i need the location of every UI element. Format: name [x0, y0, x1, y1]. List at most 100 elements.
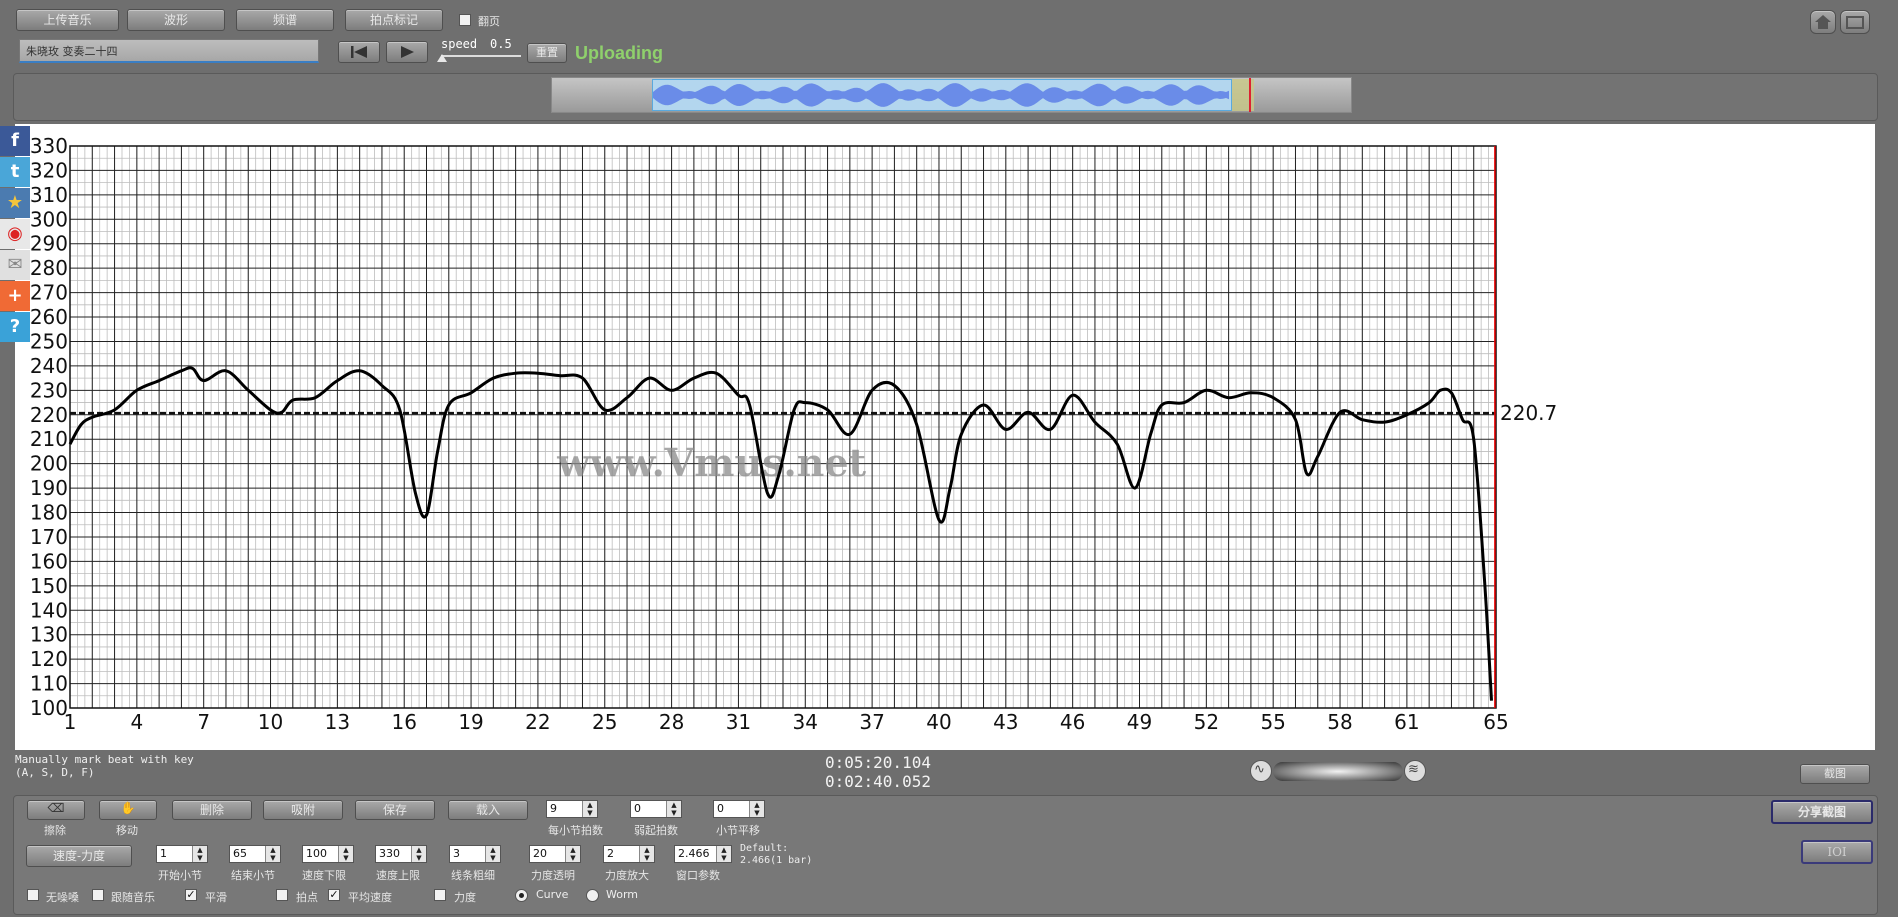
- avg-tempo-checkbox[interactable]: ✓: [328, 889, 340, 901]
- track-name-input[interactable]: 朱晓玫 变奏二十四: [19, 39, 319, 63]
- spinner-arrows-icon[interactable]: ▲ ▼: [411, 846, 426, 862]
- worm-radio[interactable]: [586, 889, 599, 902]
- plus-icon: +: [7, 285, 23, 306]
- end-bar-input[interactable]: 65 ▲ ▼: [229, 845, 281, 863]
- smooth-checkbox[interactable]: ✓: [185, 889, 197, 901]
- follow-music-checkbox[interactable]: [92, 889, 104, 901]
- window-param-input[interactable]: 2.466 ▲ ▼: [674, 845, 732, 863]
- previous-button[interactable]: [338, 41, 380, 63]
- x-tick-label: 25: [592, 710, 617, 734]
- tempo-max-input[interactable]: 330 ▲ ▼: [375, 845, 427, 863]
- x-tick-label: 52: [1194, 710, 1219, 734]
- beat-point-checkbox[interactable]: [276, 889, 288, 901]
- screenshot-button[interactable]: 截图: [1800, 764, 1870, 784]
- upload-music-button[interactable]: 上传音乐: [16, 9, 119, 31]
- fullscreen-button[interactable]: [1840, 10, 1870, 34]
- tempo-chart[interactable]: 3303203103002902802702602502402302202102…: [15, 124, 1875, 750]
- spinner-arrows-icon[interactable]: ▲ ▼: [265, 846, 280, 862]
- time-readout: 0:05:20.104 0:02:40.052: [825, 753, 931, 791]
- eraser-icon: ⌫: [47, 801, 65, 815]
- overview-waveform[interactable]: [551, 77, 1352, 113]
- dyn-scale-input[interactable]: 2 ▲ ▼: [603, 845, 655, 863]
- dyn-scale-label: 力度放大: [605, 869, 649, 882]
- tempo-curve: [68, 366, 1493, 701]
- dyn-scale-value: 2: [607, 847, 614, 860]
- pickup-beats-input[interactable]: 0 ▲ ▼: [630, 800, 682, 818]
- load-button[interactable]: 载入: [448, 800, 528, 820]
- y-tick-label: 220: [30, 403, 68, 427]
- favorite-share[interactable]: ★: [0, 188, 30, 218]
- follow-music-label: 跟随音乐: [111, 891, 155, 904]
- spinner-arrows-icon[interactable]: ▲ ▼: [485, 846, 500, 862]
- erase-tool-button[interactable]: ⌫: [27, 800, 85, 820]
- zoom-out-button[interactable]: ∿: [1250, 760, 1272, 782]
- dynamics-checkbox[interactable]: [434, 889, 446, 901]
- y-tick-label: 200: [30, 452, 68, 476]
- pickup-beats-value: 0: [634, 802, 641, 815]
- spinner-arrows-icon[interactable]: ▲ ▼: [666, 801, 681, 817]
- average-tempo-label: 220.7: [1500, 401, 1557, 425]
- y-tick-label: 260: [30, 305, 68, 329]
- snap-button[interactable]: 吸附: [263, 800, 343, 820]
- email-share[interactable]: ✉: [0, 250, 30, 280]
- beat-mark-button[interactable]: 拍点标记: [345, 9, 443, 31]
- line-width-input[interactable]: 3 ▲ ▼: [449, 845, 501, 863]
- beats-per-bar-input[interactable]: 9 ▲ ▼: [546, 800, 598, 818]
- help-button[interactable]: ?: [0, 312, 30, 342]
- speed-slider-handle[interactable]: [437, 54, 447, 62]
- facebook-share[interactable]: f: [0, 126, 30, 156]
- y-tick-label: 110: [30, 672, 68, 696]
- spinner-arrows-icon[interactable]: ▲ ▼: [716, 846, 731, 862]
- watermark: www.Vmus.net: [556, 440, 866, 485]
- skip-back-icon: [351, 46, 367, 58]
- spinner-arrows-icon[interactable]: ▲ ▼: [639, 846, 654, 862]
- visible-range[interactable]: [652, 79, 1232, 111]
- ioi-button[interactable]: IOI: [1801, 840, 1873, 864]
- reset-button[interactable]: 重置: [527, 43, 567, 63]
- x-tick-label: 22: [525, 710, 550, 734]
- bar-offset-input[interactable]: 0 ▲ ▼: [713, 800, 765, 818]
- move-tool-button[interactable]: ✋: [99, 800, 157, 820]
- y-tick-label: 120: [30, 647, 68, 671]
- tempo-max-value: 330: [379, 847, 400, 860]
- dyn-transparency-input[interactable]: 20 ▲ ▼: [529, 845, 581, 863]
- play-button[interactable]: [386, 41, 428, 63]
- default-line-2: 2.466(1 bar): [740, 855, 813, 866]
- twitter-share[interactable]: t: [0, 157, 30, 187]
- y-tick-label: 280: [30, 256, 68, 280]
- curve-radio[interactable]: [515, 889, 528, 902]
- spectrum-button[interactable]: 频谱: [236, 9, 334, 31]
- delete-button[interactable]: 删除: [172, 800, 252, 820]
- y-tick-label: 300: [30, 207, 68, 231]
- weibo-share[interactable]: ◉: [0, 219, 30, 249]
- start-bar-label: 开始小节: [158, 869, 202, 882]
- line-width-value: 3: [453, 847, 460, 860]
- follow-page-checkbox[interactable]: [459, 14, 471, 26]
- waveform-button[interactable]: 波形: [127, 9, 225, 31]
- x-tick-label: 46: [1060, 710, 1085, 734]
- y-tick-label: 210: [30, 427, 68, 451]
- spinner-arrows-icon[interactable]: ▲ ▼: [192, 846, 207, 862]
- save-button[interactable]: 保存: [355, 800, 435, 820]
- share-screenshot-button[interactable]: 分享截图: [1771, 800, 1873, 824]
- spinner-arrows-icon[interactable]: ▲ ▼: [338, 846, 353, 862]
- zoom-slider[interactable]: [1273, 762, 1403, 781]
- wave-icon: ∿: [1254, 762, 1265, 777]
- tempo-min-input[interactable]: 100 ▲ ▼: [302, 845, 354, 863]
- star-icon: ★: [6, 192, 24, 213]
- zoom-in-button[interactable]: ≋: [1404, 760, 1426, 782]
- start-bar-input[interactable]: 1 ▲ ▼: [156, 845, 208, 863]
- tempo-dynamics-button[interactable]: 速度-力度: [26, 845, 132, 867]
- y-tick-label: 240: [30, 354, 68, 378]
- spinner-arrows-icon[interactable]: ▲ ▼: [749, 801, 764, 817]
- dense-wave-icon: ≋: [1408, 762, 1419, 777]
- no-bgm-checkbox[interactable]: [27, 889, 39, 901]
- dyn-transparency-value: 20: [533, 847, 547, 860]
- y-tick-label: 290: [30, 232, 68, 256]
- home-button[interactable]: [1810, 10, 1836, 34]
- dynamics-label: 力度: [454, 891, 476, 904]
- spinner-arrows-icon[interactable]: ▲ ▼: [582, 801, 597, 817]
- spinner-arrows-icon[interactable]: ▲ ▼: [565, 846, 580, 862]
- tempo-min-label: 速度下限: [302, 869, 346, 882]
- more-share[interactable]: +: [0, 281, 30, 311]
